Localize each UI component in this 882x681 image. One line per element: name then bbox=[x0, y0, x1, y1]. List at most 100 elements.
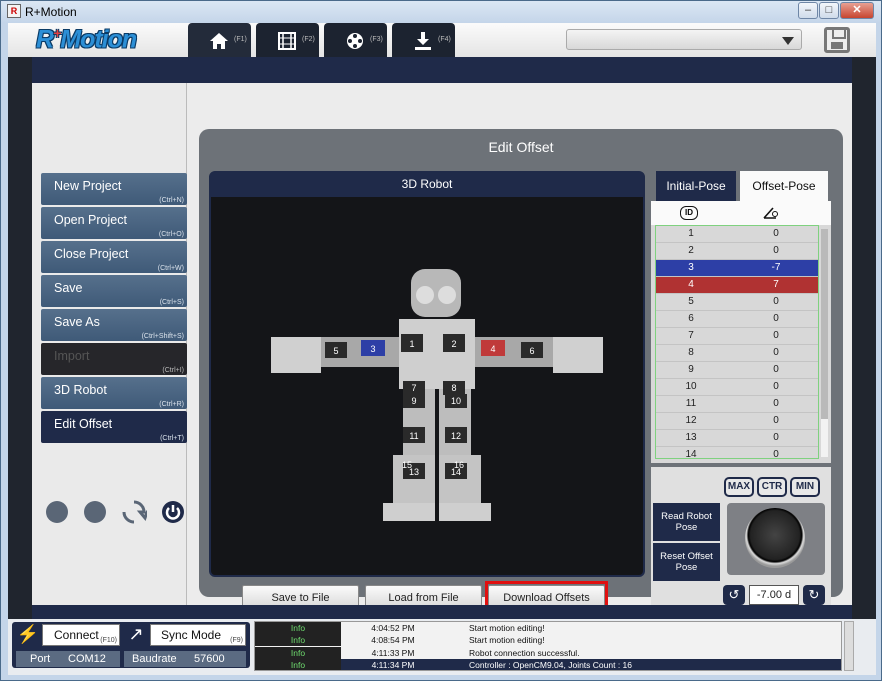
table-row[interactable]: 10 0 bbox=[656, 379, 818, 396]
tab-home[interactable]: (F1) bbox=[188, 23, 251, 57]
row-value: 0 bbox=[773, 398, 779, 409]
ctr-button[interactable]: CTR bbox=[757, 477, 787, 497]
svg-text:1: 1 bbox=[409, 339, 414, 349]
row-id: 12 bbox=[685, 415, 697, 426]
table-row[interactable]: 47 bbox=[656, 277, 818, 294]
table-row[interactable]: 10 bbox=[656, 226, 818, 243]
home-icon bbox=[210, 33, 228, 49]
minimize-button[interactable]: – bbox=[798, 2, 818, 19]
robot-3d-view[interactable]: 3D Robot 1 2 3 4 5 6 7 8 9 10 11 12 13 1… bbox=[209, 171, 645, 577]
bottom-bar bbox=[32, 605, 852, 619]
table-row[interactable]: 11 0 bbox=[656, 396, 818, 413]
row-id: 4 bbox=[688, 279, 694, 290]
table-row[interactable]: 80 bbox=[656, 345, 818, 362]
log-row: Info 4:08:54 PM Start motion editing! bbox=[255, 634, 841, 647]
row-value: 0 bbox=[773, 449, 779, 459]
id-column-header: ID bbox=[680, 206, 698, 220]
tab-offset-pose[interactable]: Offset-Pose bbox=[740, 171, 828, 201]
title-bar: R R+Motion – □ ✕ bbox=[1, 1, 881, 23]
row-id: 10 bbox=[685, 381, 697, 392]
svg-text:4: 4 bbox=[490, 344, 495, 354]
table-row[interactable]: 13 0 bbox=[656, 430, 818, 447]
save-as-button[interactable]: Save As (Ctrl+Shift+S) bbox=[41, 309, 187, 341]
connect-button[interactable]: Connect (F10) bbox=[42, 624, 120, 646]
row-value: 0 bbox=[773, 415, 779, 426]
baudrate-indicator: Baudrate 57600 bbox=[124, 651, 246, 667]
refresh-icon[interactable] bbox=[121, 499, 147, 525]
row-value: 0 bbox=[773, 245, 779, 256]
table-row[interactable]: 14 0 bbox=[656, 447, 818, 459]
svg-text:9: 9 bbox=[411, 396, 416, 406]
table-row[interactable]: 12 0 bbox=[656, 413, 818, 430]
3d-robot-button[interactable]: 3D Robot (Ctrl+R) bbox=[41, 377, 187, 409]
save-button[interactable]: Save (Ctrl+S) bbox=[41, 275, 187, 307]
robot-view-title: 3D Robot bbox=[211, 173, 643, 197]
connection-panel: ⚡ Connect (F10) ↗ Sync Mode (F9) Port COM12… bbox=[12, 622, 250, 668]
log-scrollbar[interactable] bbox=[844, 621, 854, 671]
new-project-button[interactable]: New Project (Ctrl+N) bbox=[41, 173, 187, 205]
svg-text:15: 15 bbox=[402, 460, 412, 470]
offset-dial[interactable] bbox=[727, 503, 825, 575]
tab-play[interactable]: (F3) bbox=[324, 23, 387, 57]
table-row[interactable]: 20 bbox=[656, 243, 818, 260]
row-value: -7 bbox=[771, 262, 781, 273]
row-id: 11 bbox=[685, 398, 697, 409]
row-id: 13 bbox=[685, 432, 697, 443]
info-icon[interactable] bbox=[84, 501, 106, 523]
close-button[interactable]: ✕ bbox=[840, 2, 874, 19]
table-rows: 1 0 2 0 3 -7 4 7 5 0 6 0 7 0 8 0 9 0 10 0 11 0 12 0 13 0 14 0 bbox=[655, 225, 819, 459]
svg-text:11: 11 bbox=[409, 431, 418, 441]
row-value: 0 bbox=[773, 432, 779, 443]
app-logo: R+Motion bbox=[36, 25, 137, 54]
row-value: 0 bbox=[773, 347, 779, 358]
edit-offset-button[interactable]: Edit Offset (Ctrl+T) bbox=[41, 411, 187, 443]
log-list: Info 4:04:52 PM Start motion editing! Info 4… bbox=[254, 621, 842, 671]
download-icon bbox=[415, 32, 431, 50]
row-id: 8 bbox=[688, 347, 694, 358]
offset-value-field[interactable]: -7.00 d bbox=[749, 585, 799, 605]
max-button[interactable]: MAX bbox=[724, 477, 754, 497]
min-button[interactable]: MIN bbox=[790, 477, 820, 497]
row-id: 6 bbox=[688, 313, 694, 324]
row-value: 0 bbox=[773, 381, 779, 392]
gear-icon[interactable] bbox=[46, 501, 68, 523]
table-row[interactable]: 70 bbox=[656, 328, 818, 345]
row-id: 14 bbox=[685, 449, 697, 459]
chevron-down-icon bbox=[782, 37, 794, 45]
tab-initial-pose[interactable]: Initial-Pose bbox=[656, 171, 736, 201]
row-value: 0 bbox=[773, 330, 779, 341]
table-row[interactable]: 50 bbox=[656, 294, 818, 311]
row-id: 1 bbox=[688, 228, 694, 239]
row-value: 7 bbox=[773, 279, 779, 290]
tab-motion[interactable]: (F2) bbox=[256, 23, 319, 57]
open-project-button[interactable]: Open Project (Ctrl+O) bbox=[41, 207, 187, 239]
read-robot-pose-button[interactable]: Read Robot Pose bbox=[653, 503, 720, 541]
reel-icon bbox=[347, 33, 363, 49]
svg-text:5: 5 bbox=[333, 346, 338, 356]
rotate-cw-button[interactable]: ↻ bbox=[803, 585, 825, 605]
reset-offset-pose-button[interactable]: Reset Offset Pose bbox=[653, 543, 720, 581]
log-row: Info 4:04:52 PM Start motion editing! bbox=[255, 622, 841, 634]
row-id: 7 bbox=[688, 330, 694, 341]
sync-mode-button[interactable]: Sync Mode (F9) bbox=[150, 624, 246, 646]
save-icon[interactable] bbox=[824, 27, 850, 53]
table-header: ID bbox=[651, 201, 831, 225]
maximize-button[interactable]: □ bbox=[819, 2, 839, 19]
row-value: 0 bbox=[773, 228, 779, 239]
sync-icon: ↗ bbox=[128, 624, 144, 644]
motion-file-select[interactable] bbox=[566, 29, 802, 50]
table-scrollbar[interactable] bbox=[821, 229, 828, 457]
table-row[interactable]: 3 -7 bbox=[656, 260, 818, 277]
close-project-button[interactable]: Close Project (Ctrl+W) bbox=[41, 241, 187, 273]
tab-download[interactable]: (F4) bbox=[392, 23, 455, 57]
app-window: R R+Motion – □ ✕ R+Motion (F1) (F2) (F3)… bbox=[0, 0, 882, 681]
rotate-ccw-button[interactable]: ↺ bbox=[723, 585, 745, 605]
film-icon bbox=[278, 32, 296, 50]
main-area: New Project (Ctrl+N) Open Project (Ctrl+O)… bbox=[32, 83, 852, 614]
table-row[interactable]: 90 bbox=[656, 362, 818, 379]
table-row[interactable]: 60 bbox=[656, 311, 818, 328]
power-icon[interactable] bbox=[160, 499, 186, 525]
svg-text:3: 3 bbox=[370, 344, 375, 354]
client-area: R+Motion (F1) (F2) (F3) (F4) New Project… bbox=[8, 23, 876, 675]
svg-text:7: 7 bbox=[411, 383, 416, 393]
